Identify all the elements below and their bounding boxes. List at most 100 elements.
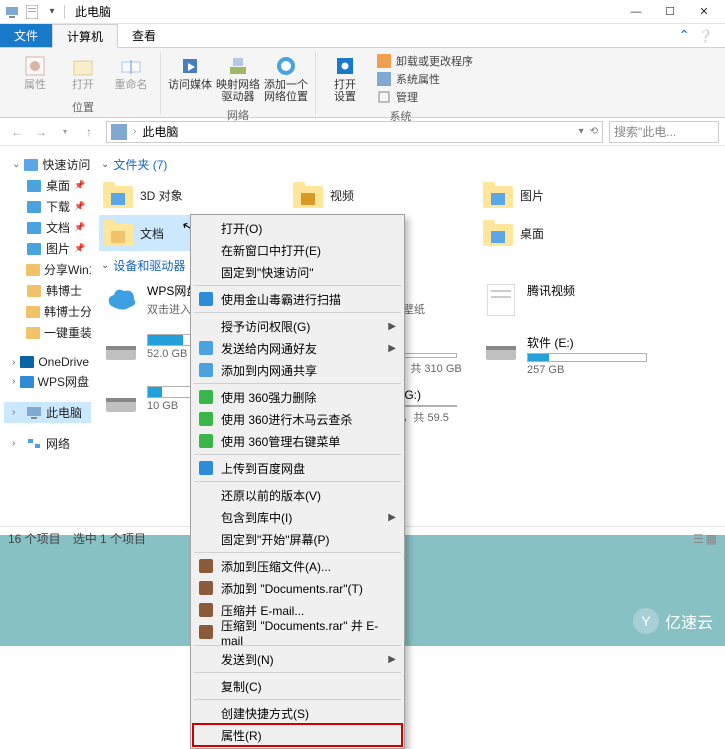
chevron-right-icon: ▶ [388, 654, 396, 665]
nav-forward-button[interactable]: → [30, 121, 52, 143]
nav-up-button[interactable]: ↑ [78, 121, 100, 143]
menu-item[interactable]: 打开(O) [193, 217, 402, 239]
menu-item[interactable]: 包含到库中(I)▶ [193, 506, 402, 528]
menu-item[interactable]: 发送到(N)▶ [193, 648, 402, 670]
addr-dropdown-icon[interactable]: ▾ [579, 126, 584, 137]
addr-pc-icon [111, 124, 127, 140]
search-input[interactable]: 搜索"此电... [609, 121, 719, 143]
menu-item[interactable]: 添加到 "Documents.rar"(T) [193, 577, 402, 599]
pc-icon [4, 4, 20, 20]
menu-item[interactable]: 使用金山毒霸进行扫描 [193, 288, 402, 310]
addr-refresh-icon[interactable]: ⟲ [590, 126, 598, 137]
settings-icon [333, 54, 357, 78]
doc-icon[interactable] [24, 4, 40, 20]
nav-recent-button[interactable]: ▾ [54, 121, 76, 143]
menu-item[interactable]: 授予访问权限(G)▶ [193, 315, 402, 337]
menu-separator [194, 481, 401, 482]
sb-icon [26, 200, 42, 214]
menu-item[interactable]: 添加到压缩文件(A)... [193, 555, 402, 577]
manage-button[interactable]: 管理 [376, 88, 473, 106]
menu-icon [198, 705, 214, 721]
sidebar-item[interactable]: 一键重装步骤 [4, 322, 91, 343]
add-location-button[interactable]: 添加一个 网络位置 [263, 52, 309, 105]
folder-icon [482, 179, 514, 211]
menu-item[interactable]: 压缩到 "Documents.rar" 并 E-mail [193, 621, 402, 643]
sidebar-item[interactable]: 文档📌 [4, 217, 91, 238]
menu-separator [194, 312, 401, 313]
minimize-button[interactable]: — [619, 0, 653, 24]
sb-icon [24, 158, 38, 172]
menu-icon [198, 651, 214, 667]
sidebar-item[interactable]: 韩博士分享 [4, 301, 91, 322]
nav-back-button[interactable]: ← [6, 121, 28, 143]
menu-item[interactable]: 使用 360管理右键菜单 [193, 430, 402, 452]
tab-computer[interactable]: 计算机 [52, 24, 118, 48]
menu-item[interactable]: 还原以前的版本(V) [193, 484, 402, 506]
folder-item[interactable]: 桌面 [479, 215, 659, 251]
menu-icon [198, 727, 214, 743]
sidebar-item[interactable]: 韩博士 [4, 280, 91, 301]
sidebar-item[interactable]: 桌面📌 [4, 175, 91, 196]
sidebar-item[interactable]: 图片📌 [4, 238, 91, 259]
rename-icon [119, 54, 143, 78]
qat-dropdown-icon[interactable]: ▾ [44, 4, 60, 20]
folder-item[interactable]: 3D 对象 [99, 177, 279, 213]
ribbon-collapse-icon[interactable]: ⌃❔ [678, 24, 725, 47]
netdrive-icon [226, 54, 250, 78]
sidebar-item[interactable]: 下载📌 [4, 196, 91, 217]
menu-separator [194, 699, 401, 700]
status-count: 16 个项目 [8, 530, 61, 547]
menu-item[interactable]: 固定到"开始"屏幕(P) [193, 528, 402, 550]
menu-item[interactable]: 在新窗口中打开(E) [193, 239, 402, 261]
drive-item[interactable]: 软件 (E:)257 GB [479, 330, 659, 380]
sidebar-item[interactable]: ⌄快速访问 [4, 154, 91, 175]
menu-item[interactable]: 发送给内网通好友▶ [193, 337, 402, 359]
drive-icon [103, 334, 139, 370]
address-row: ← → ▾ ↑ › 此电脑 ▾⟲ 搜索"此电... [0, 118, 725, 146]
media-button[interactable]: 访问媒体 [167, 52, 213, 93]
menu-item[interactable]: 上传到百度网盘 [193, 457, 402, 479]
sidebar-item-network[interactable]: ›网络 [4, 433, 91, 454]
sidebar-item-thispc[interactable]: ›此电脑 [4, 402, 91, 423]
folders-header[interactable]: ⌄文件夹 (7) [99, 152, 721, 175]
open-settings-button[interactable]: 打开 设置 [322, 52, 368, 105]
view-grid-icon[interactable]: ▦ [706, 532, 717, 546]
map-drive-button[interactable]: 映射网络 驱动器 [215, 52, 261, 105]
menu-item[interactable]: 创建快捷方式(S) [193, 702, 402, 724]
close-button[interactable]: ✕ [687, 0, 721, 24]
maximize-button[interactable]: ☐ [653, 0, 687, 24]
uninstall-button[interactable]: 卸载或更改程序 [376, 52, 473, 70]
drive-item[interactable]: 腾讯视频 [479, 278, 659, 328]
folder-item[interactable]: 图片 [479, 177, 659, 213]
view-details-icon[interactable]: ☰ [693, 532, 704, 546]
open-button[interactable]: 打开 [60, 52, 106, 93]
rename-button[interactable]: 重命名 [108, 52, 154, 93]
menu-item[interactable]: 固定到"快速访问" [193, 261, 402, 283]
menu-item[interactable]: 复制(C) [193, 675, 402, 697]
menu-item[interactable]: 使用 360强力删除 [193, 386, 402, 408]
folder-item[interactable]: 视频 [289, 177, 469, 213]
folder-icon [102, 217, 134, 249]
sb-icon [26, 221, 42, 235]
menu-item[interactable]: 使用 360进行木马云查杀 [193, 408, 402, 430]
menu-icon [198, 602, 214, 618]
address-bar[interactable]: › 此电脑 ▾⟲ [106, 121, 603, 143]
menu-icon [198, 220, 214, 236]
properties-button[interactable]: 属性 [12, 52, 58, 93]
sidebar-item[interactable]: ›OneDrive [4, 353, 91, 371]
menu-item[interactable]: 属性(R) [193, 724, 402, 746]
drive-icon [103, 282, 139, 318]
menu-icon [198, 487, 214, 503]
sysprops-button[interactable]: 系统属性 [376, 70, 473, 88]
properties-icon [23, 54, 47, 78]
sidebar-item[interactable]: ›WPS网盘 [4, 371, 91, 392]
sidebar-item[interactable]: 分享Win10系 [4, 259, 91, 280]
sb-icon [20, 375, 34, 389]
folder-icon [482, 217, 514, 249]
tab-file[interactable]: 文件 [0, 24, 52, 47]
tab-view[interactable]: 查看 [118, 24, 170, 47]
menu-icon [198, 291, 214, 307]
menu-item[interactable]: 添加到内网通共享 [193, 359, 402, 381]
menu-icon [198, 389, 214, 405]
menu-separator [194, 454, 401, 455]
